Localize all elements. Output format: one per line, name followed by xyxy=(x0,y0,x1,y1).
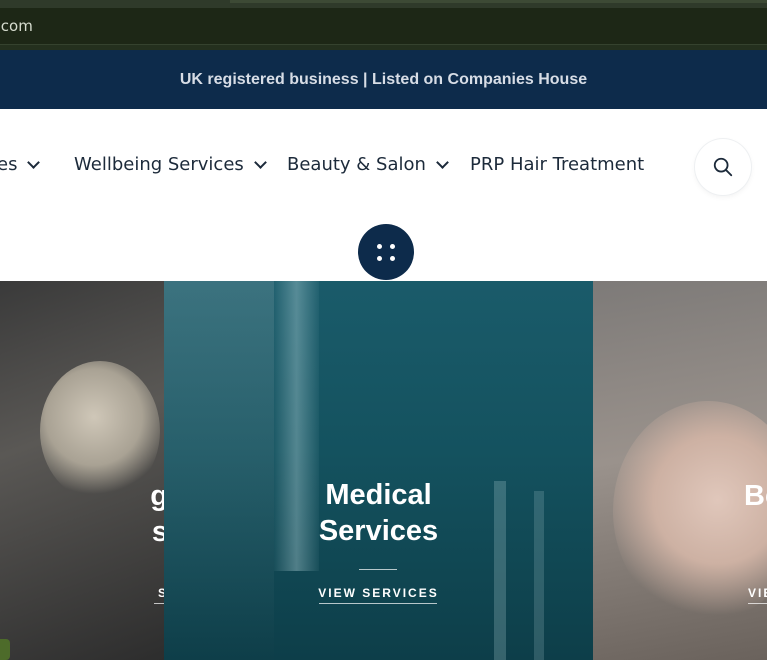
nav-item-label: PRP Hair Treatment xyxy=(470,154,645,175)
card-title-line: Services xyxy=(318,515,439,547)
service-card-left[interactable]: g s S xyxy=(0,281,164,660)
grid-dots-icon xyxy=(376,243,396,261)
card-title-line: Be xyxy=(744,480,767,512)
browser-top-strip xyxy=(0,0,767,8)
badge xyxy=(0,639,10,660)
chevron-down-icon xyxy=(253,155,267,169)
url-text[interactable]: .com xyxy=(0,17,33,35)
main-navigation: es Wellbeing Services Beauty & Salon PRP… xyxy=(0,109,767,281)
url-field[interactable]: .com xyxy=(0,8,767,45)
card-link-underline xyxy=(154,603,164,604)
chevron-down-icon xyxy=(436,155,449,169)
card-divider xyxy=(359,569,397,570)
menu-toggle-button[interactable] xyxy=(358,224,414,280)
browser-address-bar: .com xyxy=(0,0,767,50)
search-button[interactable] xyxy=(695,139,751,195)
tab-strip-segment xyxy=(230,0,767,3)
card-title: Medical Services xyxy=(164,477,593,549)
nav-item-label: es xyxy=(0,154,18,175)
card-link-underline xyxy=(319,603,437,604)
card-title-line: g xyxy=(150,480,164,512)
card-title-line: s xyxy=(151,516,164,548)
card-title: g s xyxy=(150,478,164,550)
search-icon xyxy=(713,157,733,177)
service-cards: g s S Medical Services VIEW SERVICES Be … xyxy=(0,281,767,660)
card-link-underline xyxy=(748,603,767,604)
card-title: Be xyxy=(744,478,767,514)
nav-item-services[interactable]: es xyxy=(0,154,41,175)
card-image-lab xyxy=(164,281,274,660)
card-title-line: Medical xyxy=(325,479,432,511)
nav-item-label: Wellbeing Services xyxy=(74,154,244,175)
card-image-person xyxy=(40,361,160,501)
nav-item-prp-hair-treatment[interactable]: PRP Hair Treatment xyxy=(470,154,644,175)
chevron-down-icon xyxy=(27,155,41,169)
nav-item-label: Beauty & Salon xyxy=(287,154,426,175)
service-card-medical[interactable]: Medical Services VIEW SERVICES xyxy=(164,281,593,660)
card-view-link[interactable]: VIE xyxy=(748,586,767,600)
service-card-right[interactable]: Be VIE xyxy=(593,281,767,660)
view-services-link[interactable]: VIEW SERVICES xyxy=(164,586,593,600)
announcement-bar: UK registered business | Listed on Compa… xyxy=(0,50,767,109)
nav-item-wellbeing-services[interactable]: Wellbeing Services xyxy=(74,154,267,175)
announcement-text: UK registered business | Listed on Compa… xyxy=(179,70,588,88)
nav-item-beauty-salon[interactable]: Beauty & Salon xyxy=(287,154,449,175)
